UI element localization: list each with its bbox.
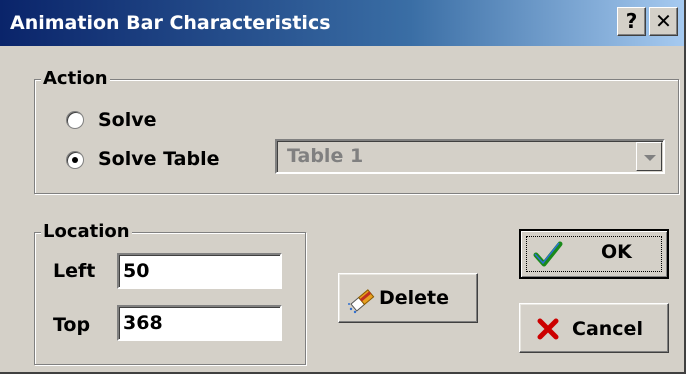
solve-radio-label[interactable]: Solve (98, 108, 157, 132)
delete-button-label: Delete (379, 287, 450, 309)
table-select[interactable]: Table 1 (275, 139, 665, 174)
help-button[interactable]: ? (617, 7, 646, 36)
close-icon: ✕ (655, 9, 672, 33)
left-label: Left (53, 260, 96, 282)
radio-selected-dot (72, 157, 78, 163)
location-group: Location (34, 220, 306, 365)
solve-radio[interactable] (66, 111, 84, 129)
top-label: Top (53, 314, 91, 336)
left-input[interactable] (117, 253, 282, 289)
close-button[interactable]: ✕ (649, 7, 678, 36)
dropdown-button[interactable] (636, 142, 662, 171)
solve-table-radio-label[interactable]: Solve Table (98, 147, 219, 171)
chevron-down-icon (644, 155, 656, 161)
ok-button[interactable]: OK (519, 229, 669, 279)
window-title: Animation Bar Characteristics (10, 12, 331, 34)
checkmark-icon (533, 241, 563, 267)
location-group-legend: Location (41, 220, 132, 244)
x-mark-icon (537, 318, 559, 340)
action-group: Action (34, 67, 679, 194)
eraser-icon (348, 289, 375, 314)
cancel-button[interactable]: Cancel (519, 303, 669, 353)
delete-button[interactable]: Delete (338, 273, 478, 323)
dialog-window: Animation Bar Characteristics ? ✕ Action… (0, 0, 686, 374)
solve-table-radio[interactable] (66, 151, 84, 169)
action-group-legend: Action (41, 67, 110, 91)
table-select-value: Table 1 (287, 145, 364, 167)
cancel-button-label: Cancel (572, 318, 643, 340)
title-bar[interactable]: Animation Bar Characteristics ? ✕ (0, 0, 684, 46)
top-input[interactable] (117, 305, 282, 341)
help-icon: ? (625, 9, 638, 33)
ok-button-label: OK (601, 241, 632, 263)
